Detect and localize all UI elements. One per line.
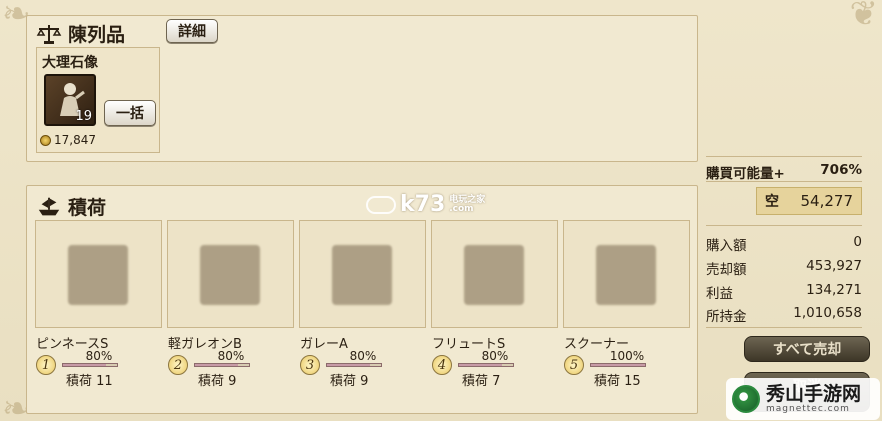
- divider: [706, 327, 862, 328]
- funds-row: 所持金 1,010,658: [706, 305, 862, 325]
- site-logo-icon: [732, 385, 760, 413]
- ship-load-fill: [195, 364, 239, 366]
- ship-load-bar: [62, 363, 118, 367]
- ship-cargo-slot[interactable]: [167, 220, 294, 328]
- funds-value: 1,010,658: [793, 305, 862, 321]
- ship-number-badge: 5: [564, 355, 584, 375]
- cargo-item-placeholder: [464, 245, 524, 305]
- corner-ornament-top-right: ❦: [849, 0, 879, 34]
- ship-load-percent: 80%: [217, 349, 245, 363]
- bulk-button[interactable]: 一括: [104, 100, 156, 126]
- sale-label: 売却額: [706, 262, 747, 278]
- capacity-label: 購買可能量+: [706, 166, 785, 182]
- marble-statue-icon[interactable]: 19: [44, 74, 96, 126]
- ship-number-badge: 4: [432, 355, 452, 375]
- exhibit-title-text: 陳列品: [68, 24, 126, 46]
- ship-entry[interactable]: ガレーA 3 80% 積荷 9: [300, 333, 428, 393]
- site-name: 秀山手游网: [766, 382, 862, 405]
- ship-number-badge: 1: [36, 355, 56, 375]
- cargo-title: 積荷: [36, 193, 106, 220]
- profit-label: 利益: [706, 286, 733, 302]
- ship-load-fill: [591, 364, 645, 366]
- cargo-item-placeholder: [200, 245, 260, 305]
- exhibit-item-count: 19: [75, 109, 92, 124]
- ship-cargo-count: 積荷 7: [462, 374, 501, 389]
- ship-load-fill: [63, 364, 107, 366]
- coin-icon: [40, 134, 51, 146]
- ship-load-fill: [327, 364, 371, 366]
- ship-cargo-slot[interactable]: [35, 220, 162, 328]
- purchase-value: 0: [853, 234, 862, 250]
- ship-cargo-count: 積荷 9: [330, 374, 369, 389]
- exhibit-item-name: 大理石像: [42, 55, 98, 71]
- ship-cargo-count: 積荷 15: [594, 374, 641, 389]
- sale-row: 売却額 453,927: [706, 258, 862, 278]
- ship-entry[interactable]: 軽ガレオンB 2 80% 積荷 9: [168, 333, 296, 393]
- ship-load-bar: [326, 363, 382, 367]
- ship-cargo-slot[interactable]: [431, 220, 558, 328]
- ship-number-badge: 3: [300, 355, 320, 375]
- cargo-title-text: 積荷: [68, 197, 107, 219]
- ship-entry[interactable]: ピンネースS 1 80% 積荷 11: [36, 333, 164, 393]
- purchase-row: 購入額 0: [706, 234, 862, 254]
- cargo-item-placeholder: [68, 245, 128, 305]
- empty-label: 空: [765, 194, 779, 210]
- detail-button[interactable]: 詳細: [166, 19, 218, 43]
- ship-load-percent: 80%: [85, 349, 113, 363]
- ship-cargo-slot[interactable]: [563, 220, 690, 328]
- ship-load-bar: [590, 363, 646, 367]
- ship-entry[interactable]: フリュートS 4 80% 積荷 7: [432, 333, 560, 393]
- sell-all-button[interactable]: すべて売却: [744, 336, 870, 362]
- purchase-label: 購入額: [706, 238, 747, 254]
- k73-domain: .com: [449, 203, 474, 214]
- exhibit-price-value: 17,847: [54, 133, 96, 147]
- empty-capacity-box: 空 54,277: [756, 187, 862, 215]
- ship-load-percent: 100%: [609, 349, 645, 363]
- exhibit-title: 陳列品: [36, 20, 125, 47]
- profit-value: 134,271: [806, 282, 862, 298]
- ship-number-badge: 2: [168, 355, 188, 375]
- ship-cargo-count: 積荷 9: [198, 374, 237, 389]
- funds-label: 所持金: [706, 309, 747, 325]
- ship-load-percent: 80%: [349, 349, 377, 363]
- ship-load-percent: 80%: [481, 349, 509, 363]
- k73-watermark: k73 电玩之家 .com: [366, 192, 485, 217]
- profit-row: 利益 134,271: [706, 282, 862, 302]
- k73-text: k73: [400, 192, 446, 217]
- divider: [706, 156, 862, 157]
- ship-cargo-count: 積荷 11: [66, 374, 113, 389]
- site-domain: magnettec.com: [766, 403, 850, 414]
- sale-value: 453,927: [806, 258, 862, 274]
- ship-icon: [36, 196, 62, 218]
- divider: [706, 225, 862, 226]
- cargo-item-placeholder: [596, 245, 656, 305]
- divider: [706, 181, 862, 182]
- scales-icon: [36, 23, 62, 45]
- ship-load-fill: [459, 364, 503, 366]
- cargo-item-placeholder: [332, 245, 392, 305]
- ship-entry[interactable]: スクーナー 5 100% 積荷 15: [564, 333, 692, 393]
- exhibit-price: 17,847: [40, 133, 96, 147]
- ship-load-bar: [194, 363, 250, 367]
- site-watermark: 秀山手游网 magnettec.com: [726, 378, 880, 420]
- capacity-value: 706%: [820, 162, 862, 178]
- ship-cargo-slot[interactable]: [299, 220, 426, 328]
- capacity-row: 購買可能量+ 706%: [706, 162, 862, 182]
- ship-load-bar: [458, 363, 514, 367]
- gamepad-icon: [366, 195, 396, 214]
- empty-value: 54,277: [800, 192, 854, 210]
